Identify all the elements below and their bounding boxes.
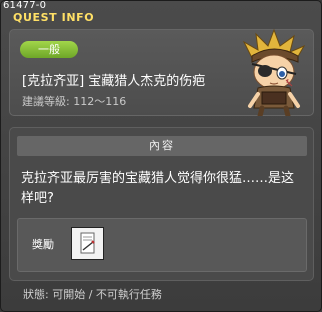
quest-name: [克拉齐亚] 宝藏猎人杰克的伤疤 (22, 74, 206, 89)
reward-item[interactable] (71, 227, 104, 260)
npc-portrait (242, 28, 306, 116)
quest-content-panel: 內容 克拉齐亚最厉害的宝藏猎人觉得你很猛……是这样吧? 獎勵 (9, 127, 314, 281)
content-header: 內容 (17, 136, 307, 156)
quest-description: 克拉齐亚最厉害的宝藏猎人觉得你很猛……是这样吧? (21, 171, 295, 206)
quest-category-badge: 一般 (20, 41, 78, 58)
window-title: QUEST INFO (13, 11, 95, 24)
quest-info-window: 61477-0 QUEST INFO 一般 [克拉齐亚] 宝藏猎人杰克的伤疤 建… (0, 0, 322, 312)
reward-box: 獎勵 (17, 218, 307, 272)
quest-header-panel: 一般 [克拉齐亚] 宝藏猎人杰克的伤疤 建議等級: 112～116 (9, 28, 314, 116)
quest-id: 61477-0 (3, 0, 47, 11)
scroll-icon (80, 232, 95, 254)
quest-level: 建議等級: 112～116 (22, 95, 127, 108)
quest-status: 狀態: 可開始 / 不可執行任務 (23, 288, 162, 301)
reward-label: 獎勵 (32, 238, 54, 251)
